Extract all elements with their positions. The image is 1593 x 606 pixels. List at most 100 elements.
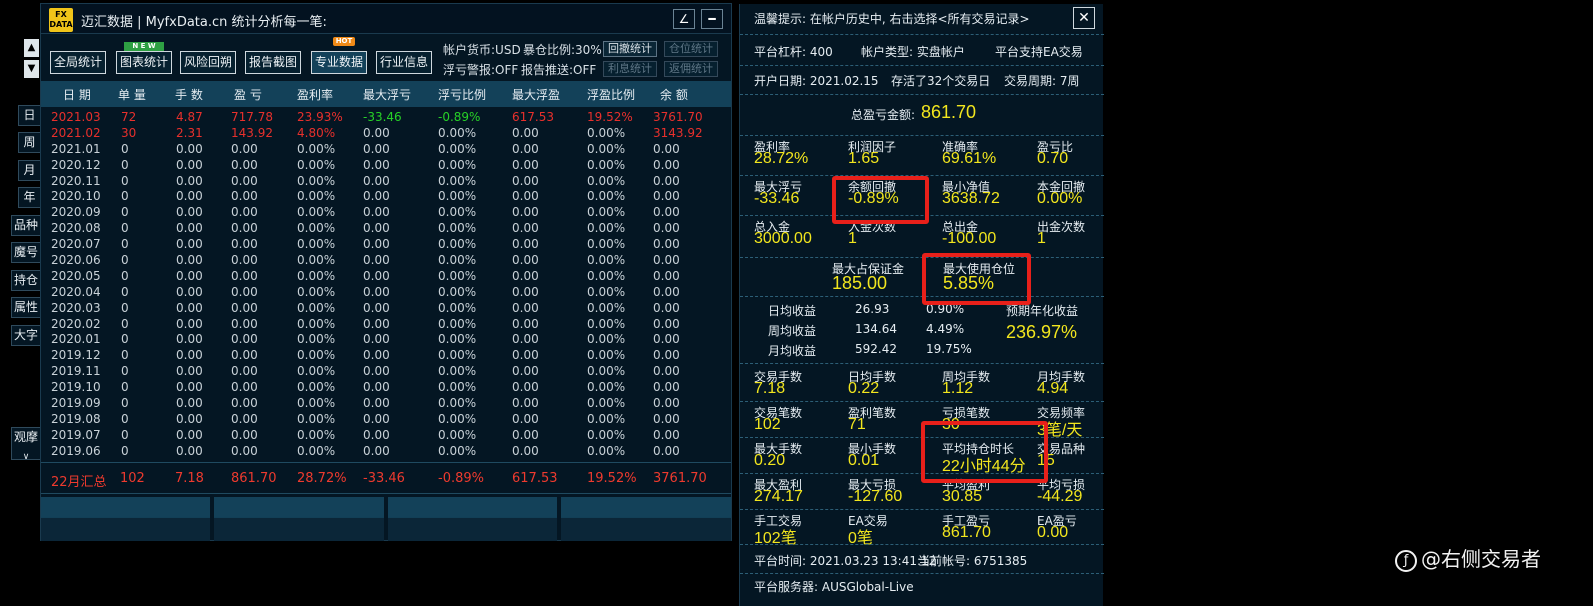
industry-info-button[interactable]: 行业信息	[376, 51, 432, 74]
table-cell: 0.00	[176, 284, 203, 299]
side-button-position[interactable]: 持仓	[11, 270, 41, 291]
table-cell: 2020.02	[51, 316, 101, 331]
table-row[interactable]: 2019.09 0 0.00 0.00 0.00% 0.00 0.00% 0.00 0.00% 0…	[41, 395, 731, 411]
col-float-profit-ratio[interactable]: 浮盈比例	[587, 86, 635, 103]
interest-stats-button[interactable]: 利息统计	[603, 61, 657, 77]
table-cell: 0.00	[363, 237, 390, 252]
summary-label: 22月汇总	[51, 475, 107, 490]
side-button-day[interactable]: 日	[18, 105, 41, 126]
table-cell: 0.00	[176, 221, 203, 236]
table-row[interactable]: 2021.03 72 4.87 717.78 23.93% -33.46 -0.89% 617…	[41, 109, 731, 125]
table-cell: 0.00%	[297, 173, 336, 188]
side-button-attribute[interactable]: 属性	[11, 297, 41, 318]
col-orders[interactable]: 单 量	[118, 86, 146, 103]
table-row[interactable]: 2019.07 0 0.00 0.00 0.00% 0.00 0.00% 0.00 0.00% 0…	[41, 427, 731, 443]
side-button-year[interactable]: 年	[18, 187, 41, 208]
table-cell: 0.00	[653, 157, 680, 172]
table-cell: 0.00%	[297, 396, 336, 411]
table-row[interactable]: 2020.01 0 0.00 0.00 0.00% 0.00 0.00% 0.00 0.00% 0…	[41, 331, 731, 347]
table-row[interactable]: 2019.06 0 0.00 0.00 0.00% 0.00 0.00% 0.00 0.00% 0…	[41, 443, 731, 459]
summary-max-float-profit: 617.53	[512, 471, 558, 486]
highlight-box	[832, 176, 929, 224]
risk-backtrack-button[interactable]: 风险回朔	[180, 51, 236, 74]
table-row[interactable]: 2021.02 30 2.31 143.92 4.80% 0.00 0.00% 0.00 0.0…	[41, 125, 731, 141]
col-float-loss-ratio[interactable]: 浮亏比例	[438, 86, 486, 103]
weekly-avg-label: 周均收益	[768, 324, 817, 338]
col-lots[interactable]: 手 数	[175, 86, 203, 103]
scroll-down-button[interactable]: ▼	[24, 60, 39, 78]
table-row[interactable]: 2020.10 0 0.00 0.00 0.00% 0.00 0.00% 0.00 0.00% 0…	[41, 188, 731, 204]
col-pnl[interactable]: 盈 亏	[234, 86, 262, 103]
table-cell: 0.00	[363, 364, 390, 379]
stat-value: 1.12	[942, 380, 974, 397]
table-row[interactable]: 2020.04 0 0.00 0.00 0.00% 0.00 0.00% 0.00 0.00% 0…	[41, 284, 731, 300]
table-cell: 0	[121, 205, 129, 220]
observe-label: 观摩	[13, 430, 38, 444]
pro-data-button[interactable]: 专业数据	[311, 51, 367, 74]
stat-value: 0.22	[848, 380, 880, 397]
resize-icon[interactable]: ∠	[673, 9, 695, 29]
app-logo: FX DATA	[49, 8, 73, 32]
close-icon[interactable]: ✕	[1073, 7, 1095, 29]
account-type: 帐户类型: 实盘帐户	[861, 45, 965, 59]
table-row[interactable]: 2020.06 0 0.00 0.00 0.00% 0.00 0.00% 0.00 0.00% 0…	[41, 252, 731, 268]
table-cell: 0.00%	[587, 396, 626, 411]
table-row[interactable]: 2020.08 0 0.00 0.00 0.00% 0.00 0.00% 0.00 0.00% 0…	[41, 220, 731, 236]
monthly-avg-label: 月均收益	[768, 344, 817, 358]
side-button-week[interactable]: 周	[18, 132, 41, 153]
daily-avg-label: 日均收益	[768, 304, 817, 318]
table-row[interactable]: 2020.09 0 0.00 0.00 0.00% 0.00 0.00% 0.00 0.00% 0…	[41, 204, 731, 220]
stat-value: 0.00%	[1037, 190, 1083, 207]
side-button-symbol[interactable]: 品种	[11, 215, 41, 236]
table-cell: 0	[121, 348, 129, 363]
table-cell: 0.00	[231, 316, 258, 331]
col-profit-rate[interactable]: 盈利率	[297, 86, 333, 103]
col-max-float-profit[interactable]: 最大浮盈	[512, 86, 560, 103]
side-button-month[interactable]: 月	[18, 160, 41, 181]
side-button-magic[interactable]: 魔号	[11, 242, 41, 263]
report-push[interactable]: 报告推送:OFF	[521, 61, 596, 78]
bottom-tab-4[interactable]	[561, 497, 731, 541]
table-row[interactable]: 2021.01 0 0.00 0.00 0.00% 0.00 0.00% 0.00 0.00% 0…	[41, 141, 731, 157]
table-cell: 0.00	[512, 237, 539, 252]
float-alert[interactable]: 浮亏警报:OFF	[443, 61, 518, 78]
table-row[interactable]: 2019.10 0 0.00 0.00 0.00% 0.00 0.00% 0.00 0.00% 0…	[41, 379, 731, 395]
global-stats-button[interactable]: 全局统计	[50, 51, 106, 74]
drawdown-stats-button[interactable]: 回撤统计	[603, 41, 657, 57]
table-cell: 3143.92	[653, 125, 703, 140]
position-stats-button[interactable]: 仓位统计	[664, 41, 718, 57]
table-row[interactable]: 2020.07 0 0.00 0.00 0.00% 0.00 0.00% 0.00 0.00% 0…	[41, 236, 731, 252]
side-button-large-font[interactable]: 大字	[11, 325, 41, 346]
table-cell: 0.00%	[587, 189, 626, 204]
col-balance[interactable]: 余 额	[660, 86, 688, 103]
table-cell: 0.00%	[587, 205, 626, 220]
col-date[interactable]: 日 期	[63, 86, 91, 103]
table-row[interactable]: 2020.03 0 0.00 0.00 0.00% 0.00 0.00% 0.00 0.00% 0…	[41, 300, 731, 316]
chart-stats-button[interactable]: 图表统计	[116, 51, 172, 74]
table-row[interactable]: 2020.05 0 0.00 0.00 0.00% 0.00 0.00% 0.00 0.00% 0…	[41, 268, 731, 284]
side-button-observe[interactable]: 观摩 ∨	[11, 427, 41, 462]
summary-float-profit-ratio: 19.52%	[587, 471, 637, 486]
table-row[interactable]: 2020.11 0 0.00 0.00 0.00% 0.00 0.00% 0.00 0.00% 0…	[41, 173, 731, 189]
table-cell: 2019.12	[51, 348, 101, 363]
summary-orders: 102	[120, 471, 145, 486]
bottom-tab-3[interactable]	[388, 497, 557, 541]
table-cell: 0.00	[231, 364, 258, 379]
table-cell: 0.00%	[438, 348, 477, 363]
col-max-float-loss[interactable]: 最大浮亏	[363, 86, 411, 103]
table-row[interactable]: 2020.02 0 0.00 0.00 0.00% 0.00 0.00% 0.00 0.00% 0…	[41, 316, 731, 332]
scroll-up-button[interactable]: ▲	[24, 39, 39, 57]
bottom-tab-2[interactable]	[214, 497, 384, 541]
bottom-tab-1[interactable]	[41, 497, 210, 541]
highlight-box	[921, 421, 1048, 483]
table-row[interactable]: 2019.11 0 0.00 0.00 0.00% 0.00 0.00% 0.00 0.00% 0…	[41, 363, 731, 379]
table-cell: 0.00	[231, 189, 258, 204]
table-row[interactable]: 2019.08 0 0.00 0.00 0.00% 0.00 0.00% 0.00 0.00% 0…	[41, 411, 731, 427]
table-cell: 0.00	[363, 284, 390, 299]
table-cell: 0.00%	[438, 332, 477, 347]
minimize-button[interactable]: ━	[701, 9, 723, 29]
report-screenshot-button[interactable]: 报告截图	[245, 51, 301, 74]
table-row[interactable]: 2019.12 0 0.00 0.00 0.00% 0.00 0.00% 0.00 0.00% 0…	[41, 347, 731, 363]
table-row[interactable]: 2020.12 0 0.00 0.00 0.00% 0.00 0.00% 0.00 0.00% 0…	[41, 157, 731, 173]
rebate-stats-button[interactable]: 返佣统计	[664, 61, 718, 77]
